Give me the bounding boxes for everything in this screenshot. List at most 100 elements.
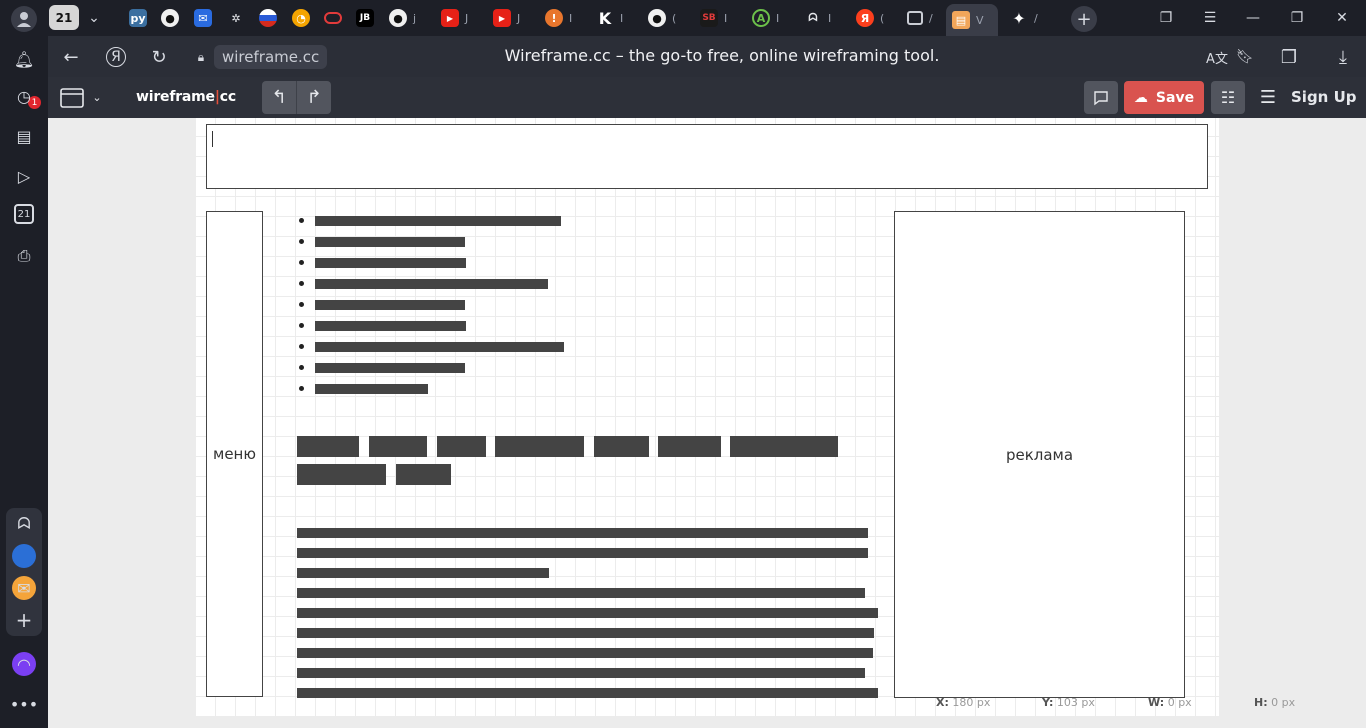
app-toolbar: ⌄ wireframe|cc ↰ ↱ ☁ Save ☷ ☰ Sign Up — [48, 77, 1366, 118]
tab-a[interactable]: AI — [746, 4, 779, 32]
list-item — [315, 279, 548, 289]
bell-orange-icon: ! — [545, 9, 563, 27]
text-line — [297, 688, 878, 698]
tab-yandex[interactable]: Я( — [850, 4, 884, 32]
play-icon[interactable]: ▷ — [12, 164, 36, 188]
tab-bell[interactable]: ! I — [539, 4, 572, 32]
redo-icon[interactable]: ↱ — [296, 81, 331, 114]
page-layout-dropdown[interactable]: ⌄ — [56, 81, 106, 114]
sliders-icon: ☷ — [1220, 88, 1236, 107]
chevron-down-icon[interactable]: ⌄ — [82, 6, 106, 30]
tab-sparkle[interactable]: ✦ / — [1004, 4, 1037, 32]
bullet-dot — [299, 260, 304, 265]
reader-icon[interactable]: ❐ — [1276, 44, 1302, 70]
tab-ring[interactable]: ◔ — [286, 4, 310, 32]
sb-icon: SB — [700, 9, 718, 27]
undo-icon[interactable]: ↰ — [262, 81, 296, 114]
text-line — [297, 548, 868, 558]
chat-icon[interactable]: ᗣ — [12, 512, 36, 536]
yandex-button-icon[interactable]: Я — [106, 47, 126, 67]
tab-flag[interactable] — [253, 4, 277, 32]
save-button[interactable]: ☁ Save — [1124, 81, 1204, 114]
app-logo[interactable]: wireframe|cc — [136, 89, 236, 105]
tab-wireframe-active[interactable]: ▤ V — [946, 4, 998, 36]
signup-button[interactable]: Sign Up — [1291, 88, 1357, 106]
collections-icon[interactable]: ❐ — [1154, 6, 1178, 30]
tab-title: ( — [880, 11, 885, 25]
bullet-dot — [299, 323, 304, 328]
ad-box[interactable]: реклама — [894, 211, 1185, 698]
list-item — [315, 300, 465, 310]
list-item — [315, 258, 466, 268]
tab-title: I — [620, 11, 624, 25]
tab-title: j — [413, 11, 417, 25]
bullet-dot — [299, 218, 304, 223]
tab-title: I — [724, 11, 728, 25]
cloud-upload-icon: ☁ — [1133, 89, 1148, 106]
back-icon[interactable]: ← — [58, 44, 84, 70]
tab-mail[interactable]: ✉ — [188, 4, 212, 32]
tab-youtube[interactable]: ▶ J — [435, 4, 468, 32]
undo-redo-group: ↰ ↱ — [262, 81, 331, 114]
tab-k[interactable]: KI — [590, 4, 623, 32]
jetbrains-icon: JB — [356, 9, 374, 27]
tab-github-3[interactable]: ●( — [642, 4, 676, 32]
restore-icon[interactable]: ❐ — [1285, 6, 1309, 30]
calendar-icon[interactable]: 21 — [14, 204, 34, 224]
new-tab-icon[interactable]: + — [1071, 6, 1097, 32]
tab-window[interactable]: / — [901, 4, 933, 32]
tab-python[interactable]: py — [123, 4, 147, 32]
url-field[interactable]: wireframe.cc — [214, 45, 328, 69]
more-icon[interactable]: ••• — [10, 692, 38, 716]
settings-sliders-button[interactable]: ☷ — [1211, 81, 1245, 114]
word-block — [437, 436, 486, 457]
close-icon[interactable]: ✕ — [1330, 6, 1354, 30]
minimize-icon[interactable]: — — [1241, 6, 1265, 30]
menu-icon[interactable]: ☰ — [1198, 6, 1222, 30]
bullet-dot — [299, 386, 304, 391]
app-blue-icon[interactable] — [12, 544, 36, 568]
reload-icon[interactable]: ↻ — [146, 44, 172, 70]
status-x-value: 180 px — [952, 696, 991, 709]
logo-right: cc — [219, 89, 236, 105]
screenshot-icon[interactable]: ⎙ — [12, 244, 36, 268]
tab-pill[interactable] — [318, 4, 342, 32]
bullet-dot — [299, 365, 304, 370]
list-item — [315, 321, 466, 331]
wireframe-page[interactable]: меню реклама — [195, 118, 1219, 716]
tab-github-2[interactable]: ● j — [383, 4, 416, 32]
mail-icon: ✉ — [194, 9, 212, 27]
documents-icon[interactable]: ▤ — [12, 124, 36, 148]
list-item — [315, 384, 428, 394]
download-icon[interactable]: ⤓ — [1330, 44, 1356, 70]
add-app-icon[interactable]: + — [12, 608, 36, 632]
history-icon[interactable]: ◷ — [12, 84, 36, 108]
tab-github[interactable]: ● — [155, 4, 179, 32]
header-box[interactable] — [206, 124, 1208, 189]
translate-icon[interactable]: A文 — [1204, 44, 1230, 70]
hamburger-menu-icon[interactable]: ☰ — [1257, 81, 1279, 114]
tab-chat[interactable]: ᗣI — [798, 4, 831, 32]
text-line — [297, 588, 865, 598]
tab-count-button[interactable]: 21 — [49, 5, 79, 30]
status-x: X: 180 px — [936, 696, 990, 709]
text-line — [297, 648, 873, 658]
tab-chatgpt[interactable]: ✲ — [221, 4, 245, 32]
alice-icon[interactable]: ◠ — [12, 652, 36, 676]
bell-icon[interactable]: 🔔︎ — [12, 47, 36, 71]
a-icon: A — [752, 9, 770, 27]
bullet-dot — [299, 344, 304, 349]
tab-youtube-2[interactable]: ▶ J — [487, 4, 520, 32]
canvas-area[interactable]: меню реклама X: 180 px Y: 103 px W: 0 px… — [48, 118, 1366, 728]
profile-avatar[interactable] — [11, 6, 37, 32]
word-block — [297, 436, 359, 457]
menu-box[interactable]: меню — [206, 211, 263, 697]
comment-button[interactable] — [1084, 81, 1118, 114]
app-orange-icon[interactable]: ✉ — [12, 576, 36, 600]
tab-sb[interactable]: SB I — [694, 4, 727, 32]
bookmark-icon[interactable]: 🔖︎ — [1232, 44, 1258, 70]
tab-jetbrains[interactable]: JB — [350, 4, 374, 32]
chat-icon: ᗣ — [808, 11, 818, 24]
bullet-dot — [299, 302, 304, 307]
lock-icon[interactable]: 🔒︎ — [188, 44, 214, 70]
